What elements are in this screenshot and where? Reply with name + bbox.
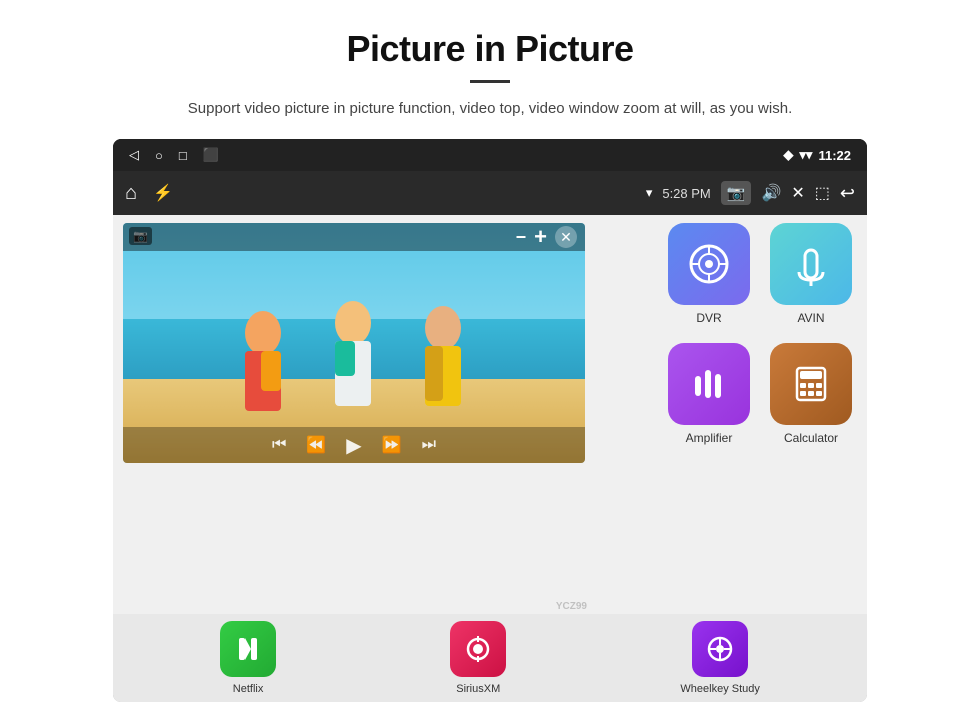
page-header: Picture in Picture Support video picture… (0, 0, 980, 139)
bottom-apps-row: Netflix SiriusXM (113, 614, 867, 702)
avin-icon-svg (789, 242, 833, 286)
pip-prev-icon[interactable]: ⏪ (306, 435, 326, 455)
wifi-icon: ▾▾ (799, 147, 812, 163)
title-divider (470, 80, 510, 83)
wheelkey-icon-box[interactable] (692, 621, 748, 677)
app-item-avin: AVIN (765, 223, 857, 333)
netflix-icon-svg (233, 634, 263, 664)
toolbar-time: 5:28 PM (662, 186, 710, 201)
toolbar-pip-icon[interactable]: ⬚ (815, 183, 830, 203)
watermark: YCZ99 (556, 601, 587, 612)
toolbar-close-icon[interactable]: ✕ (791, 183, 804, 203)
sirius-icon-box[interactable] (450, 621, 506, 677)
sirius-label: SiriusXM (456, 683, 500, 695)
amp-icon-box[interactable] (668, 343, 750, 425)
app-toolbar: ⌂ ⚡ ▾ 5:28 PM 📷 🔊 ✕ ⬚ ↩ (113, 171, 867, 215)
pip-rewind-icon[interactable]: ⏮ (272, 436, 286, 454)
dvr-label: DVR (696, 311, 721, 325)
dvr-icon-box[interactable] (668, 223, 750, 305)
toolbar-right: ▾ 5:28 PM 📷 🔊 ✕ ⬚ ↩ (646, 181, 855, 205)
toolbar-usb-icon: ⚡ (153, 183, 173, 203)
location-icon: ◆ (783, 147, 793, 163)
app-item-wheelkey: Wheelkey Study (680, 621, 759, 695)
pip-minimize-icon[interactable]: − (516, 227, 527, 248)
toolbar-back-icon[interactable]: ↩ (840, 183, 855, 204)
avin-label: AVIN (797, 311, 824, 325)
netflix-icon-box[interactable] (220, 621, 276, 677)
wheelkey-icon-svg (705, 634, 735, 664)
recents-icon[interactable]: □ (179, 148, 187, 163)
status-time: 11:22 (818, 148, 851, 163)
app-item-dvr: DVR (663, 223, 755, 333)
status-bar-right: ◆ ▾▾ 11:22 (783, 147, 851, 163)
toolbar-wifi-icon: ▾ (646, 185, 653, 201)
pip-play-icon[interactable]: ▶ (346, 433, 361, 458)
app-item-netflix: Netflix (220, 621, 276, 695)
sirius-icon-svg (463, 634, 493, 664)
pip-figures (183, 273, 523, 433)
main-area: 📷 − + ✕ ⏮ ⏪ ▶ ⏩ ⏭ (113, 215, 867, 702)
app-item-sirius: SiriusXM (450, 621, 506, 695)
wheelkey-label: Wheelkey Study (680, 683, 759, 695)
toolbar-camera-icon[interactable]: 📷 (721, 181, 752, 205)
pip-controls-bottom: ⏮ ⏪ ▶ ⏩ ⏭ (123, 427, 585, 463)
app-item-amplifier: Amplifier (663, 343, 755, 453)
pip-next-icon[interactable]: ⏩ (382, 435, 402, 455)
status-bar-left: ◁ ○ □ ⬛ (129, 147, 219, 163)
dvr-icon-svg (687, 242, 731, 286)
amp-icon-svg (687, 362, 731, 406)
pip-video[interactable]: 📷 − + ✕ ⏮ ⏪ ▶ ⏩ ⏭ (123, 223, 585, 463)
back-icon[interactable]: ◁ (129, 147, 139, 163)
amplifier-label: Amplifier (686, 431, 733, 445)
pip-expand-icon[interactable]: + (534, 224, 547, 250)
device-frame: ◁ ○ □ ⬛ ◆ ▾▾ 11:22 ⌂ ⚡ ▾ 5:28 PM 📷 🔊 ✕ ⬚… (113, 139, 867, 702)
home-icon[interactable]: ○ (155, 148, 163, 163)
netflix-label: Netflix (233, 683, 264, 695)
toolbar-volume-icon[interactable]: 🔊 (761, 183, 781, 203)
page-title: Picture in Picture (80, 28, 900, 70)
app-item-calculator: Calculator (765, 343, 857, 453)
page-description: Support video picture in picture functio… (80, 97, 900, 121)
pip-forward-icon[interactable]: ⏭ (422, 436, 436, 454)
calc-icon-svg (789, 362, 833, 406)
cast-icon[interactable]: ⬛ (203, 147, 219, 163)
calc-icon-box[interactable] (770, 343, 852, 425)
status-bar: ◁ ○ □ ⬛ ◆ ▾▾ 11:22 (113, 139, 867, 171)
pip-header: − + ✕ (123, 223, 585, 251)
toolbar-home-icon[interactable]: ⌂ (125, 182, 137, 205)
pip-close-icon[interactable]: ✕ (555, 226, 577, 248)
avin-icon-box[interactable] (770, 223, 852, 305)
apps-grid: DVR AVIN (663, 223, 857, 453)
calculator-label: Calculator (784, 431, 838, 445)
